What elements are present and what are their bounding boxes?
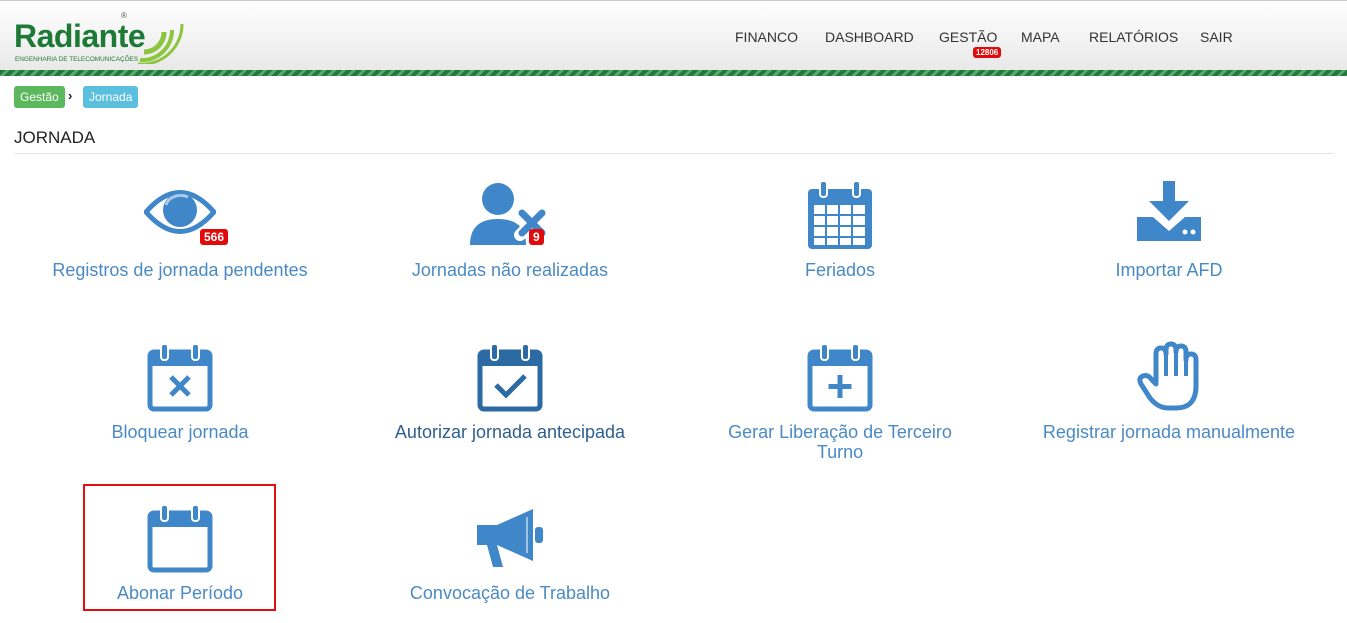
header-stripe xyxy=(0,70,1347,76)
nav-mapa[interactable]: MAPA xyxy=(1021,29,1060,45)
calendar-grid-icon xyxy=(808,180,872,249)
download-drive-icon xyxy=(1137,181,1201,241)
megaphone-icon xyxy=(477,509,543,567)
tile-label: Importar AFD xyxy=(1115,260,1223,280)
logo-registered-mark: ® xyxy=(121,11,127,20)
selection-highlight-box xyxy=(83,484,276,611)
tile-label: Autorizar jornada antecipada xyxy=(394,422,626,442)
nav-gestao[interactable]: GESTÃO xyxy=(939,29,997,45)
radiante-logo[interactable]: Radiante ® ENGENHARIA DE TELECOMUNICAÇÕE… xyxy=(14,7,194,67)
top-header: Radiante ® ENGENHARIA DE TELECOMUNICAÇÕE… xyxy=(0,0,1347,70)
tile-feriados[interactable]: Feriados xyxy=(675,175,1005,285)
nav-relatorios[interactable]: RELATÓRIOS xyxy=(1089,29,1178,45)
page-title: JORNADA xyxy=(14,128,96,147)
tile-label: Convocação de Trabalho xyxy=(409,583,611,603)
tile-jornadas-nao-realizadas[interactable]: 9 Jornadas não realizadas xyxy=(345,175,675,285)
not-done-count-badge: 9 xyxy=(529,229,544,245)
pending-count-badge: 566 xyxy=(200,229,229,245)
breadcrumb-jornada[interactable]: Jornada xyxy=(83,86,139,108)
logo-tagline: ENGENHARIA DE TELECOMUNICAÇÕES xyxy=(15,56,139,63)
tile-label: Registrar jornada manualmente xyxy=(1042,422,1296,442)
tile-label: Registros de jornada pendentes xyxy=(52,260,308,280)
calendar-plus-icon xyxy=(807,343,873,412)
calendar-times-icon xyxy=(147,343,213,412)
tile-registrar-manualmente[interactable]: Registrar jornada manualmente xyxy=(1004,336,1334,446)
breadcrumb-separator-icon: › xyxy=(68,88,73,103)
tile-convocacao-trabalho[interactable]: Convocação de Trabalho xyxy=(345,497,675,607)
tile-label: Bloquear jornada xyxy=(111,422,249,442)
gestao-count-badge: 12806 xyxy=(973,47,1002,58)
calendar-check-icon xyxy=(477,343,543,412)
tile-gerar-liberacao[interactable]: Gerar Liberação de Terceiro Turno xyxy=(675,336,1005,466)
title-divider xyxy=(14,153,1334,154)
logo-signal-arcs-icon xyxy=(138,23,184,64)
tile-importar-afd[interactable]: Importar AFD xyxy=(1004,175,1334,285)
nav-dashboard[interactable]: DASHBOARD xyxy=(825,29,914,45)
hand-icon xyxy=(1137,341,1199,411)
nav-sair[interactable]: SAIR xyxy=(1200,29,1233,45)
tile-bloquear-jornada[interactable]: Bloquear jornada xyxy=(15,336,345,446)
tile-label: Gerar Liberação de Terceiro Turno xyxy=(728,422,952,462)
tile-label: Feriados xyxy=(804,260,876,280)
tile-registros-pendentes[interactable]: 566 Registros de jornada pendentes xyxy=(15,175,345,285)
tile-autorizar-antecipada[interactable]: Autorizar jornada antecipada xyxy=(345,336,675,446)
logo-text: Radiante xyxy=(14,18,146,54)
breadcrumb-gestao[interactable]: Gestão xyxy=(14,86,65,108)
nav-financo[interactable]: FINANCO xyxy=(735,29,798,45)
tile-label: Jornadas não realizadas xyxy=(411,260,609,280)
